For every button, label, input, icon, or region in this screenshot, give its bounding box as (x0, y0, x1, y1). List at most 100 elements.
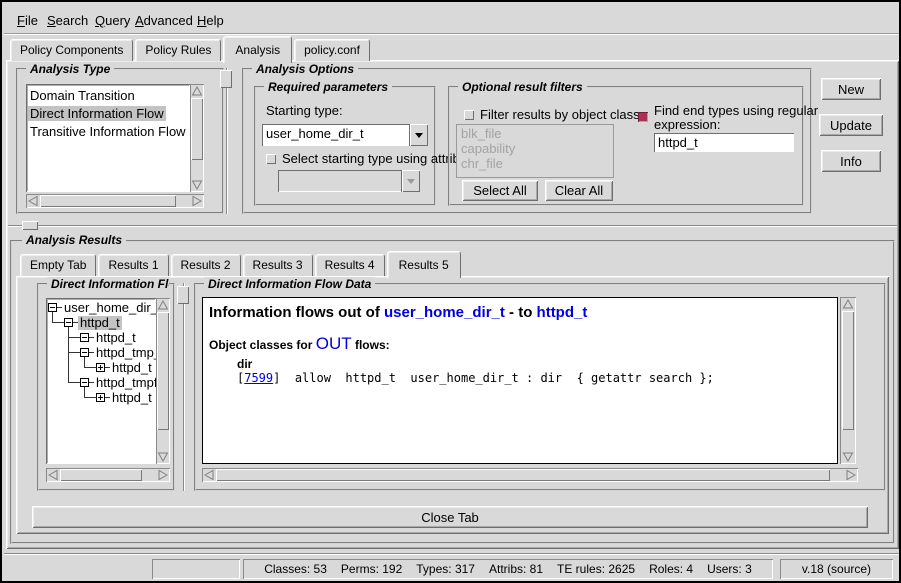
scroll-thumb[interactable] (216, 469, 830, 481)
object-class-item: blk_file (457, 126, 613, 141)
tree-node-label[interactable]: user_home_dir_t (62, 301, 156, 315)
flow-data-vscrollbar[interactable] (840, 297, 856, 464)
required-parameters-title: Required parameters (264, 80, 392, 94)
clear-all-button[interactable]: Clear All (545, 180, 613, 201)
stat-roles: Roles: 4 (649, 562, 693, 576)
menu-help[interactable]: Help (194, 11, 227, 30)
dropdown-button-disabled (402, 170, 420, 192)
regex-checkbox[interactable] (638, 112, 648, 122)
scroll-thumb[interactable] (191, 98, 203, 160)
tree-node-label[interactable]: httpd_t (110, 361, 154, 375)
scroll-right-icon[interactable] (845, 469, 857, 481)
scroll-up-icon[interactable] (157, 299, 169, 311)
collapse-icon[interactable] (64, 318, 73, 327)
collapse-icon[interactable] (80, 333, 89, 342)
tab-results-5[interactable]: Results 5 (387, 251, 461, 278)
tree-node-label-selected[interactable]: httpd_t (78, 316, 122, 330)
tree-connector (68, 337, 80, 338)
tab-results-1[interactable]: Results 1 (98, 254, 168, 276)
new-button[interactable]: New (821, 78, 881, 100)
scroll-thumb[interactable] (157, 312, 169, 430)
scroll-left-icon[interactable] (27, 195, 39, 207)
scroll-thumb[interactable] (842, 311, 854, 430)
tree-connector (68, 327, 69, 382)
tab-empty-tab[interactable]: Empty Tab (20, 254, 96, 276)
attrib-checkbox[interactable] (266, 154, 276, 164)
info-button[interactable]: Info (821, 150, 881, 172)
sash-handle[interactable] (177, 286, 189, 304)
tab-policy-components[interactable]: Policy Components (10, 39, 133, 61)
scroll-down-icon[interactable] (157, 451, 169, 463)
analysis-type-hscrollbar[interactable] (26, 194, 204, 208)
collapse-icon[interactable] (80, 378, 89, 387)
tree-node-label[interactable]: httpd_t (110, 391, 154, 405)
sash-handle[interactable] (220, 70, 232, 88)
apol-window: File Search Query Advanced Help Policy C… (0, 0, 901, 583)
dropdown-button[interactable] (410, 124, 428, 146)
menu-bar-separator (4, 33, 899, 35)
starting-type-label: Starting type: (266, 103, 343, 118)
starting-type-value[interactable]: user_home_dir_t (262, 124, 410, 146)
scroll-right-icon[interactable] (191, 195, 203, 207)
stat-classes: Classes: 53 (264, 562, 327, 576)
tree-node: httpd_tmp_t (80, 345, 156, 360)
collapse-icon[interactable] (80, 348, 89, 357)
object-class-checkbox-label[interactable]: Filter results by object class: (480, 107, 643, 122)
list-item[interactable]: Transitive Information Flow (28, 124, 188, 139)
tab-results-4[interactable]: Results 4 (315, 254, 385, 276)
menu-query[interactable]: Query (92, 11, 133, 30)
scroll-down-icon[interactable] (842, 451, 854, 463)
sash-line (183, 283, 185, 491)
flow-direction: OUT (316, 334, 352, 353)
object-class-item: capability (457, 141, 613, 156)
tab-policy-rules[interactable]: Policy Rules (135, 39, 221, 61)
flow-data-header: Information flows out of user_home_dir_t… (209, 304, 831, 321)
tree-connector (84, 367, 96, 368)
flow-tree-hscrollbar[interactable] (46, 468, 170, 482)
attrib-checkbox-label[interactable]: Select starting type using attrib: (282, 151, 463, 166)
collapse-icon[interactable] (48, 303, 57, 312)
flow-data-title: Direct Information Flow Data (204, 277, 375, 291)
list-item-selected[interactable]: Direct Information Flow (28, 106, 166, 121)
flow-data-hscrollbar[interactable] (202, 468, 858, 482)
menu-search[interactable]: Search (44, 11, 91, 30)
scroll-left-icon[interactable] (203, 469, 215, 481)
tree-node-label[interactable]: httpd_t (94, 331, 138, 345)
tree-node: httpd_t (64, 315, 122, 330)
close-tab-button[interactable]: Close Tab (32, 506, 868, 528)
starting-type-combobox[interactable]: user_home_dir_t (262, 124, 428, 146)
scroll-right-icon[interactable] (157, 469, 169, 481)
rule-number-link[interactable]: 7599 (244, 371, 273, 385)
flow-tree-vscrollbar[interactable] (156, 298, 170, 464)
regex-input[interactable] (654, 133, 794, 152)
scroll-down-icon[interactable] (191, 179, 203, 191)
tree-node-label[interactable]: httpd_tmpfs_t (94, 376, 156, 390)
analysis-type-title: Analysis Type (26, 62, 114, 76)
object-class-checkbox[interactable] (464, 110, 474, 120)
tab-policy-conf[interactable]: policy.conf (294, 39, 370, 61)
scroll-left-icon[interactable] (47, 469, 59, 481)
regex-checkbox-label[interactable]: Find end types using regular expression: (654, 104, 804, 132)
scroll-up-icon[interactable] (191, 85, 203, 97)
scroll-up-icon[interactable] (842, 298, 854, 310)
tab-results-2[interactable]: Results 2 (171, 254, 241, 276)
scroll-thumb[interactable] (40, 195, 176, 207)
optional-filters-title: Optional result filters (458, 80, 587, 94)
expand-icon[interactable] (96, 393, 105, 402)
menu-file[interactable]: File (14, 11, 41, 30)
select-all-button[interactable]: Select All (462, 180, 538, 201)
list-item[interactable]: Domain Transition (28, 88, 137, 103)
chevron-down-icon (407, 179, 415, 184)
attrib-combobox-disabled (278, 170, 420, 192)
stat-users: Users: 3 (707, 562, 752, 576)
menu-advanced[interactable]: Advanced (132, 11, 196, 30)
tab-analysis[interactable]: Analysis (223, 36, 292, 63)
sash-handle[interactable] (22, 221, 38, 230)
tab-results-3[interactable]: Results 3 (243, 254, 313, 276)
analysis-type-vscrollbar[interactable] (190, 84, 204, 192)
scroll-thumb[interactable] (60, 469, 142, 481)
update-button[interactable]: Update (819, 114, 883, 136)
flow-data-text[interactable]: Information flows out of user_home_dir_t… (202, 297, 838, 464)
tree-node-label[interactable]: httpd_tmp_t (94, 346, 156, 360)
expand-icon[interactable] (96, 363, 105, 372)
